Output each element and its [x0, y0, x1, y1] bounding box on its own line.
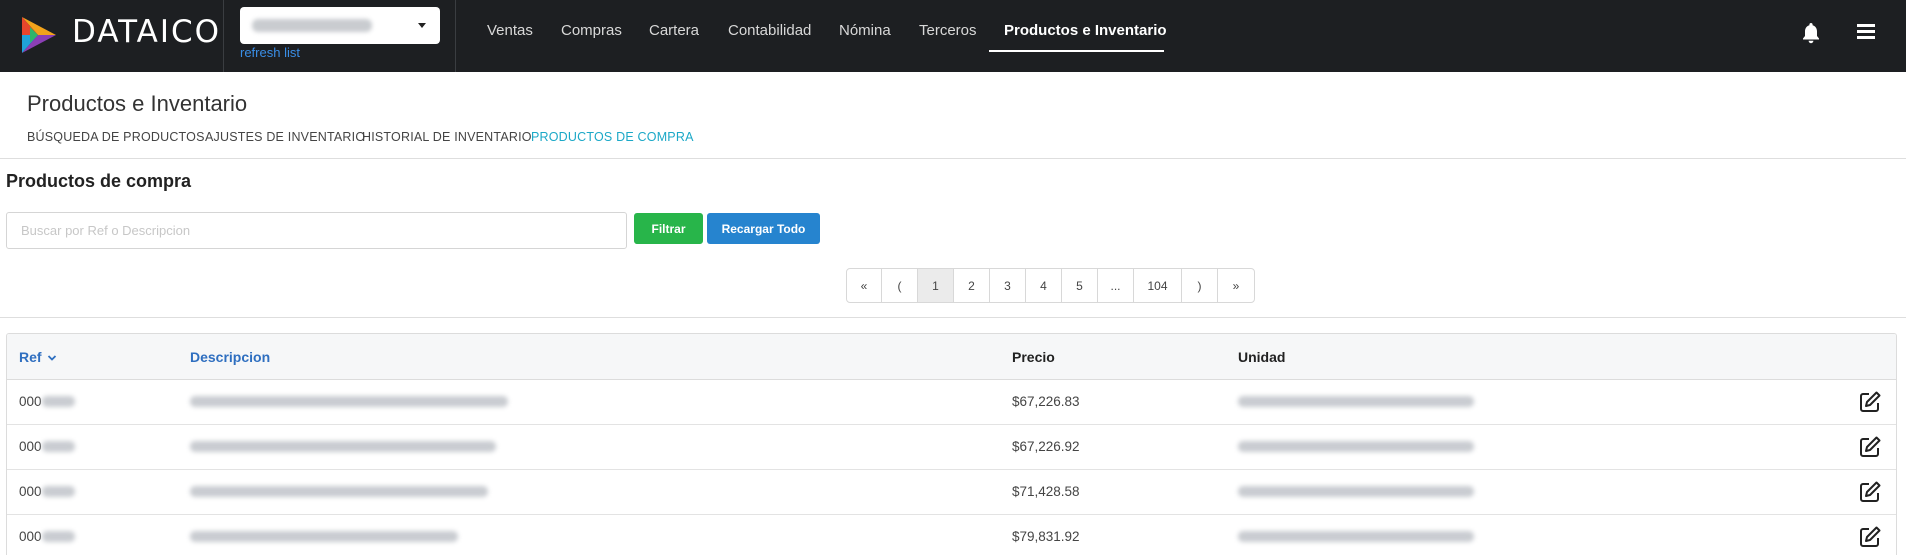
column-header-precio: Precio [1012, 349, 1055, 365]
nav-ventas[interactable]: Ventas [487, 22, 533, 39]
cell-precio: $79,831.92 [1012, 529, 1080, 544]
table-row[interactable]: 000 $79,831.92 [7, 515, 1896, 555]
nav-nomina[interactable]: Nómina [839, 22, 891, 39]
page-4[interactable]: 4 [1026, 269, 1062, 302]
cell-precio: $67,226.92 [1012, 439, 1080, 454]
products-table: Ref Descripcion Precio Unidad 000 $67,22… [6, 333, 1897, 555]
active-nav-indicator [989, 50, 1164, 52]
cell-precio: $71,428.58 [1012, 484, 1080, 499]
cell-ref: 000 [19, 529, 42, 544]
table-row[interactable]: 000 $67,226.83 [7, 380, 1896, 425]
nav-terceros[interactable]: Terceros [919, 22, 977, 39]
header-divider [0, 158, 1906, 159]
tab-ajustes-inventario[interactable]: AJUSTES DE INVENTARIO [205, 130, 365, 144]
company-select[interactable] [240, 7, 440, 44]
section-divider [0, 317, 1906, 318]
ref-redacted [42, 441, 75, 452]
edit-icon[interactable] [1858, 390, 1882, 414]
unidad-redacted [1238, 441, 1474, 452]
reload-all-button[interactable]: Recargar Todo [707, 213, 820, 244]
page-first[interactable]: « [847, 269, 882, 302]
nav-divider [455, 0, 456, 72]
descripcion-redacted [190, 486, 488, 497]
tab-productos-compra[interactable]: PRODUCTOS DE COMPRA [531, 130, 694, 144]
page-title: Productos e Inventario [27, 91, 248, 116]
tab-busqueda-productos[interactable]: BÚSQUEDA DE PRODUCTOS [27, 130, 205, 144]
edit-icon[interactable] [1858, 480, 1882, 504]
table-row[interactable]: 000 $71,428.58 [7, 470, 1896, 515]
column-header-unidad: Unidad [1238, 349, 1286, 365]
unidad-redacted [1238, 396, 1474, 407]
unidad-redacted [1238, 531, 1474, 542]
page-last[interactable]: » [1218, 269, 1254, 302]
descripcion-redacted [190, 441, 496, 452]
cell-ref: 000 [19, 394, 42, 409]
descripcion-redacted [190, 531, 458, 542]
section-title: Productos de compra [6, 171, 192, 191]
page-2[interactable]: 2 [954, 269, 990, 302]
ref-redacted [42, 531, 75, 542]
page-next[interactable]: ) [1182, 269, 1218, 302]
page-ellipsis: ... [1098, 269, 1134, 302]
dataico-logo[interactable] [16, 13, 60, 57]
refresh-list-link[interactable]: refresh list [240, 45, 300, 60]
bell-icon[interactable] [1799, 21, 1823, 45]
ref-redacted [42, 486, 75, 497]
cell-ref: 000 [19, 439, 42, 454]
nav-cartera[interactable]: Cartera [649, 22, 699, 39]
column-header-descripcion[interactable]: Descripcion [190, 349, 270, 365]
column-header-ref-label: Ref [19, 349, 42, 365]
pagination: « ( 1 2 3 4 5 ... 104 ) » [846, 268, 1255, 303]
page-5[interactable]: 5 [1062, 269, 1098, 302]
unidad-redacted [1238, 486, 1474, 497]
nav-contabilidad[interactable]: Contabilidad [728, 22, 811, 39]
nav-productos-inventario[interactable]: Productos e Inventario [1004, 22, 1167, 39]
table-header: Ref Descripcion Precio Unidad [7, 334, 1896, 380]
page-3[interactable]: 3 [990, 269, 1026, 302]
page-prev[interactable]: ( [882, 269, 918, 302]
search-input[interactable] [6, 212, 627, 249]
cell-ref: 000 [19, 484, 42, 499]
top-navbar: DATAICO refresh list Ventas Compras Cart… [0, 0, 1906, 72]
chevron-down-icon [48, 355, 57, 362]
tab-historial-inventario[interactable]: HISTORIAL DE INVENTARIO [362, 130, 532, 144]
page-1[interactable]: 1 [918, 269, 954, 302]
cell-precio: $67,226.83 [1012, 394, 1080, 409]
nav-divider [223, 0, 224, 72]
page-104[interactable]: 104 [1134, 269, 1182, 302]
caret-down-icon [418, 23, 426, 28]
edit-icon[interactable] [1858, 435, 1882, 459]
filter-button[interactable]: Filtrar [634, 213, 703, 244]
company-name-redacted [252, 19, 372, 32]
edit-icon[interactable] [1858, 525, 1882, 549]
table-row[interactable]: 000 $67,226.92 [7, 425, 1896, 470]
brand-name: DATAICO [72, 14, 222, 50]
column-header-ref[interactable]: Ref [19, 349, 57, 365]
nav-compras[interactable]: Compras [561, 22, 622, 39]
ref-redacted [42, 396, 75, 407]
descripcion-redacted [190, 396, 508, 407]
menu-icon[interactable] [1857, 24, 1875, 40]
